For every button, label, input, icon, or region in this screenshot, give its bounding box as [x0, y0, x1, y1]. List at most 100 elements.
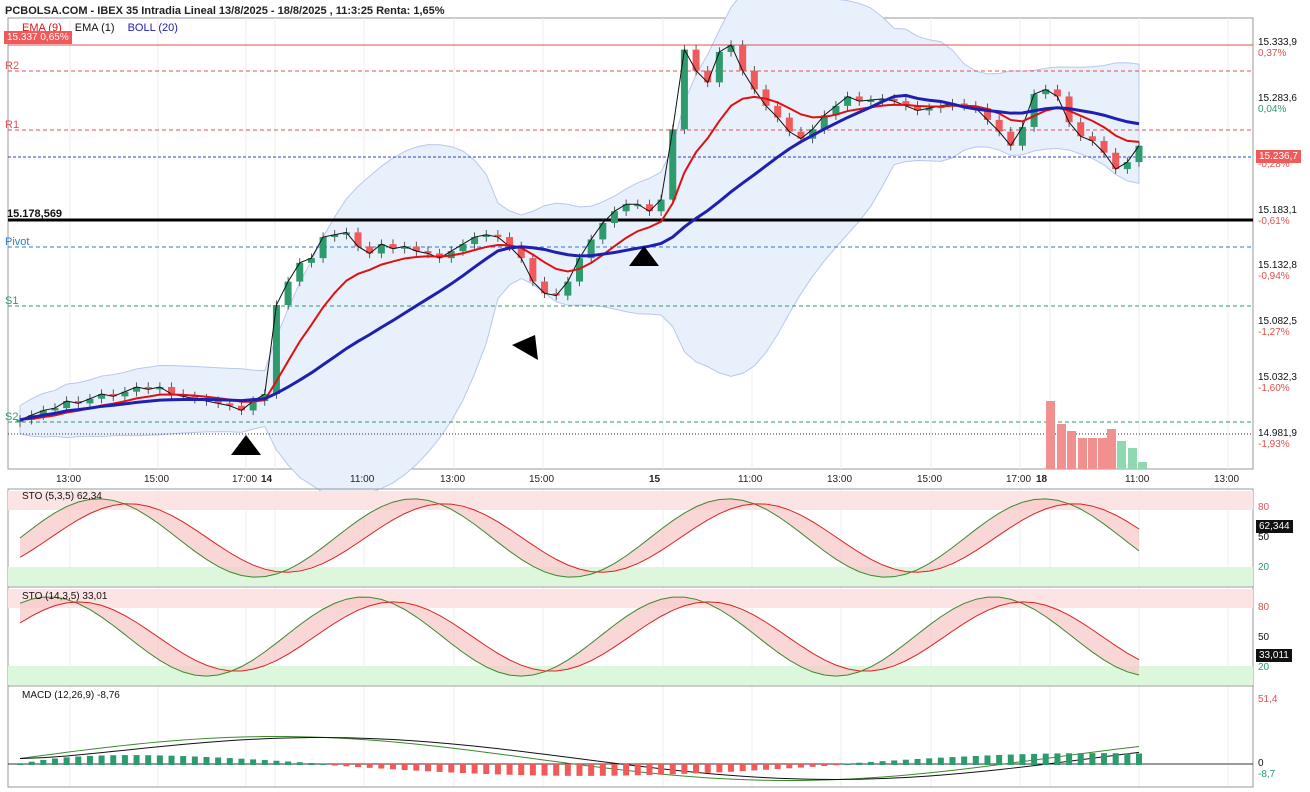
- macd-histogram-bar: [273, 760, 280, 765]
- macd-histogram-bar: [110, 755, 117, 765]
- macd-histogram-bar: [51, 758, 58, 765]
- macd-histogram-bar: [599, 764, 606, 776]
- macd-histogram-bar: [156, 755, 163, 765]
- x-tick-label: 13:00: [827, 474, 853, 485]
- y-pct-4: -0,61%: [1258, 216, 1290, 227]
- macd-histogram-bar: [40, 759, 47, 765]
- candle-66: [785, 117, 793, 132]
- y-tick-8: 14.981,9: [1258, 428, 1297, 439]
- candle-23: [284, 281, 292, 305]
- macd-histogram-bar: [308, 762, 315, 765]
- macd-histogram-bar: [86, 755, 93, 765]
- x-tick-label: 15: [649, 474, 661, 485]
- macd-histogram-bar: [1136, 753, 1142, 765]
- sto2-tick-80: 80: [1258, 602, 1270, 613]
- macd-histogram-bar: [611, 764, 618, 776]
- signal-arrow-down: [512, 335, 538, 360]
- x-tick-label: 11:00: [738, 474, 763, 485]
- y-tick-4: 15.183,1: [1258, 205, 1297, 216]
- macd-histogram-bar: [821, 764, 828, 767]
- x-tick-label: 15:00: [917, 474, 943, 485]
- y-tick-5: 15.132,8: [1258, 260, 1297, 271]
- macd-histogram-bar: [669, 764, 676, 775]
- macd-histogram-bar: [518, 764, 525, 776]
- macd-histogram-bar: [786, 764, 793, 769]
- sto1-value-badge: 62,344: [1256, 520, 1293, 533]
- macd-histogram-bar: [145, 755, 152, 765]
- macd-tick-zero: 0: [1258, 758, 1264, 769]
- macd-histogram-bar: [390, 764, 396, 770]
- macd-histogram-bar: [180, 756, 187, 765]
- y-pct-1: 0,37%: [1258, 48, 1287, 59]
- candle-57: [680, 49, 688, 130]
- macd-histogram-bar: [529, 764, 536, 776]
- macd-histogram-bar: [366, 764, 373, 768]
- macd-histogram-bar: [972, 755, 979, 765]
- marked-level-label: 15.178,569: [7, 208, 63, 220]
- macd-histogram-bar: [809, 764, 816, 767]
- macd-histogram-bar: [623, 764, 630, 776]
- candle-60: [715, 51, 723, 83]
- macd-histogram-bar: [436, 764, 443, 772]
- macd-histogram-bar: [588, 764, 595, 776]
- candle-56: [669, 129, 677, 200]
- volume-bar: [1067, 431, 1076, 469]
- macd-histogram-bar: [1112, 753, 1119, 765]
- x-tick-label: 17:00: [232, 474, 258, 485]
- macd-histogram-bar: [448, 764, 455, 773]
- macd-histogram-bar: [494, 764, 501, 775]
- sto1-overbought-zone: [8, 491, 1253, 510]
- candle-29: [354, 232, 362, 247]
- macd-histogram-bar: [797, 764, 804, 768]
- macd-histogram-bar: [17, 764, 23, 765]
- x-tick-label: 17:00: [1006, 474, 1032, 485]
- macd-histogram-bar: [576, 764, 583, 776]
- macd-histogram-bar: [1031, 753, 1038, 765]
- macd-histogram-bar: [634, 764, 641, 776]
- sto2-tick-20: 20: [1258, 662, 1270, 673]
- level-pivot: Pivot: [5, 236, 30, 248]
- macd-histogram-bar: [949, 757, 956, 765]
- x-tick-label: 13:00: [1214, 474, 1240, 485]
- macd-histogram-bar: [658, 764, 665, 775]
- candle-44: [529, 258, 537, 282]
- macd-histogram-bar: [238, 758, 245, 765]
- candle-94: [1112, 152, 1120, 170]
- y-tick-1: 15.333,9: [1258, 37, 1297, 48]
- volume-bar: [1138, 462, 1147, 469]
- macd-histogram-bar: [506, 764, 513, 775]
- current-price-badge: 15.236,7: [1256, 150, 1301, 163]
- candle-50: [599, 223, 607, 240]
- macd-histogram-bar: [483, 764, 490, 775]
- macd-histogram-bar: [413, 764, 420, 771]
- macd-histogram-bar: [693, 764, 700, 774]
- x-tick-label: 13:00: [440, 474, 466, 485]
- y-tick-2: 15.283,6: [1258, 93, 1297, 104]
- macd-histogram-bar: [261, 760, 268, 765]
- y-pct-5: -0,94%: [1258, 271, 1290, 282]
- macd-histogram-bar: [215, 757, 222, 765]
- macd-histogram-bar: [250, 759, 257, 765]
- macd-histogram-bar: [681, 764, 688, 774]
- x-tick-label: 15:00: [144, 474, 170, 485]
- sto1-tick-50: 50: [1258, 532, 1270, 543]
- macd-histogram-bar: [1042, 753, 1049, 765]
- x-tick-label: 13:00: [56, 474, 82, 485]
- macd-histogram-bar: [331, 764, 338, 766]
- macd-histogram-bar: [728, 764, 735, 772]
- last-price-box: 15.337 0,65%: [4, 31, 72, 44]
- macd-histogram-bar: [774, 764, 781, 770]
- macd-histogram-bar: [926, 758, 933, 765]
- legend-boll: BOLL (20): [127, 22, 178, 34]
- volume-bar: [1046, 401, 1055, 469]
- macd-histogram-bar: [1089, 753, 1096, 765]
- macd-histogram-bar: [343, 764, 350, 767]
- macd-histogram-bar: [355, 764, 362, 768]
- x-tick-label: 15:00: [529, 474, 555, 485]
- candle-58: [692, 49, 700, 71]
- macd-histogram-bar: [296, 762, 303, 765]
- macd-histogram-bar: [902, 759, 909, 765]
- candle-47: [564, 281, 572, 296]
- level-s2: S2: [5, 411, 19, 423]
- volume-bar: [1078, 438, 1087, 469]
